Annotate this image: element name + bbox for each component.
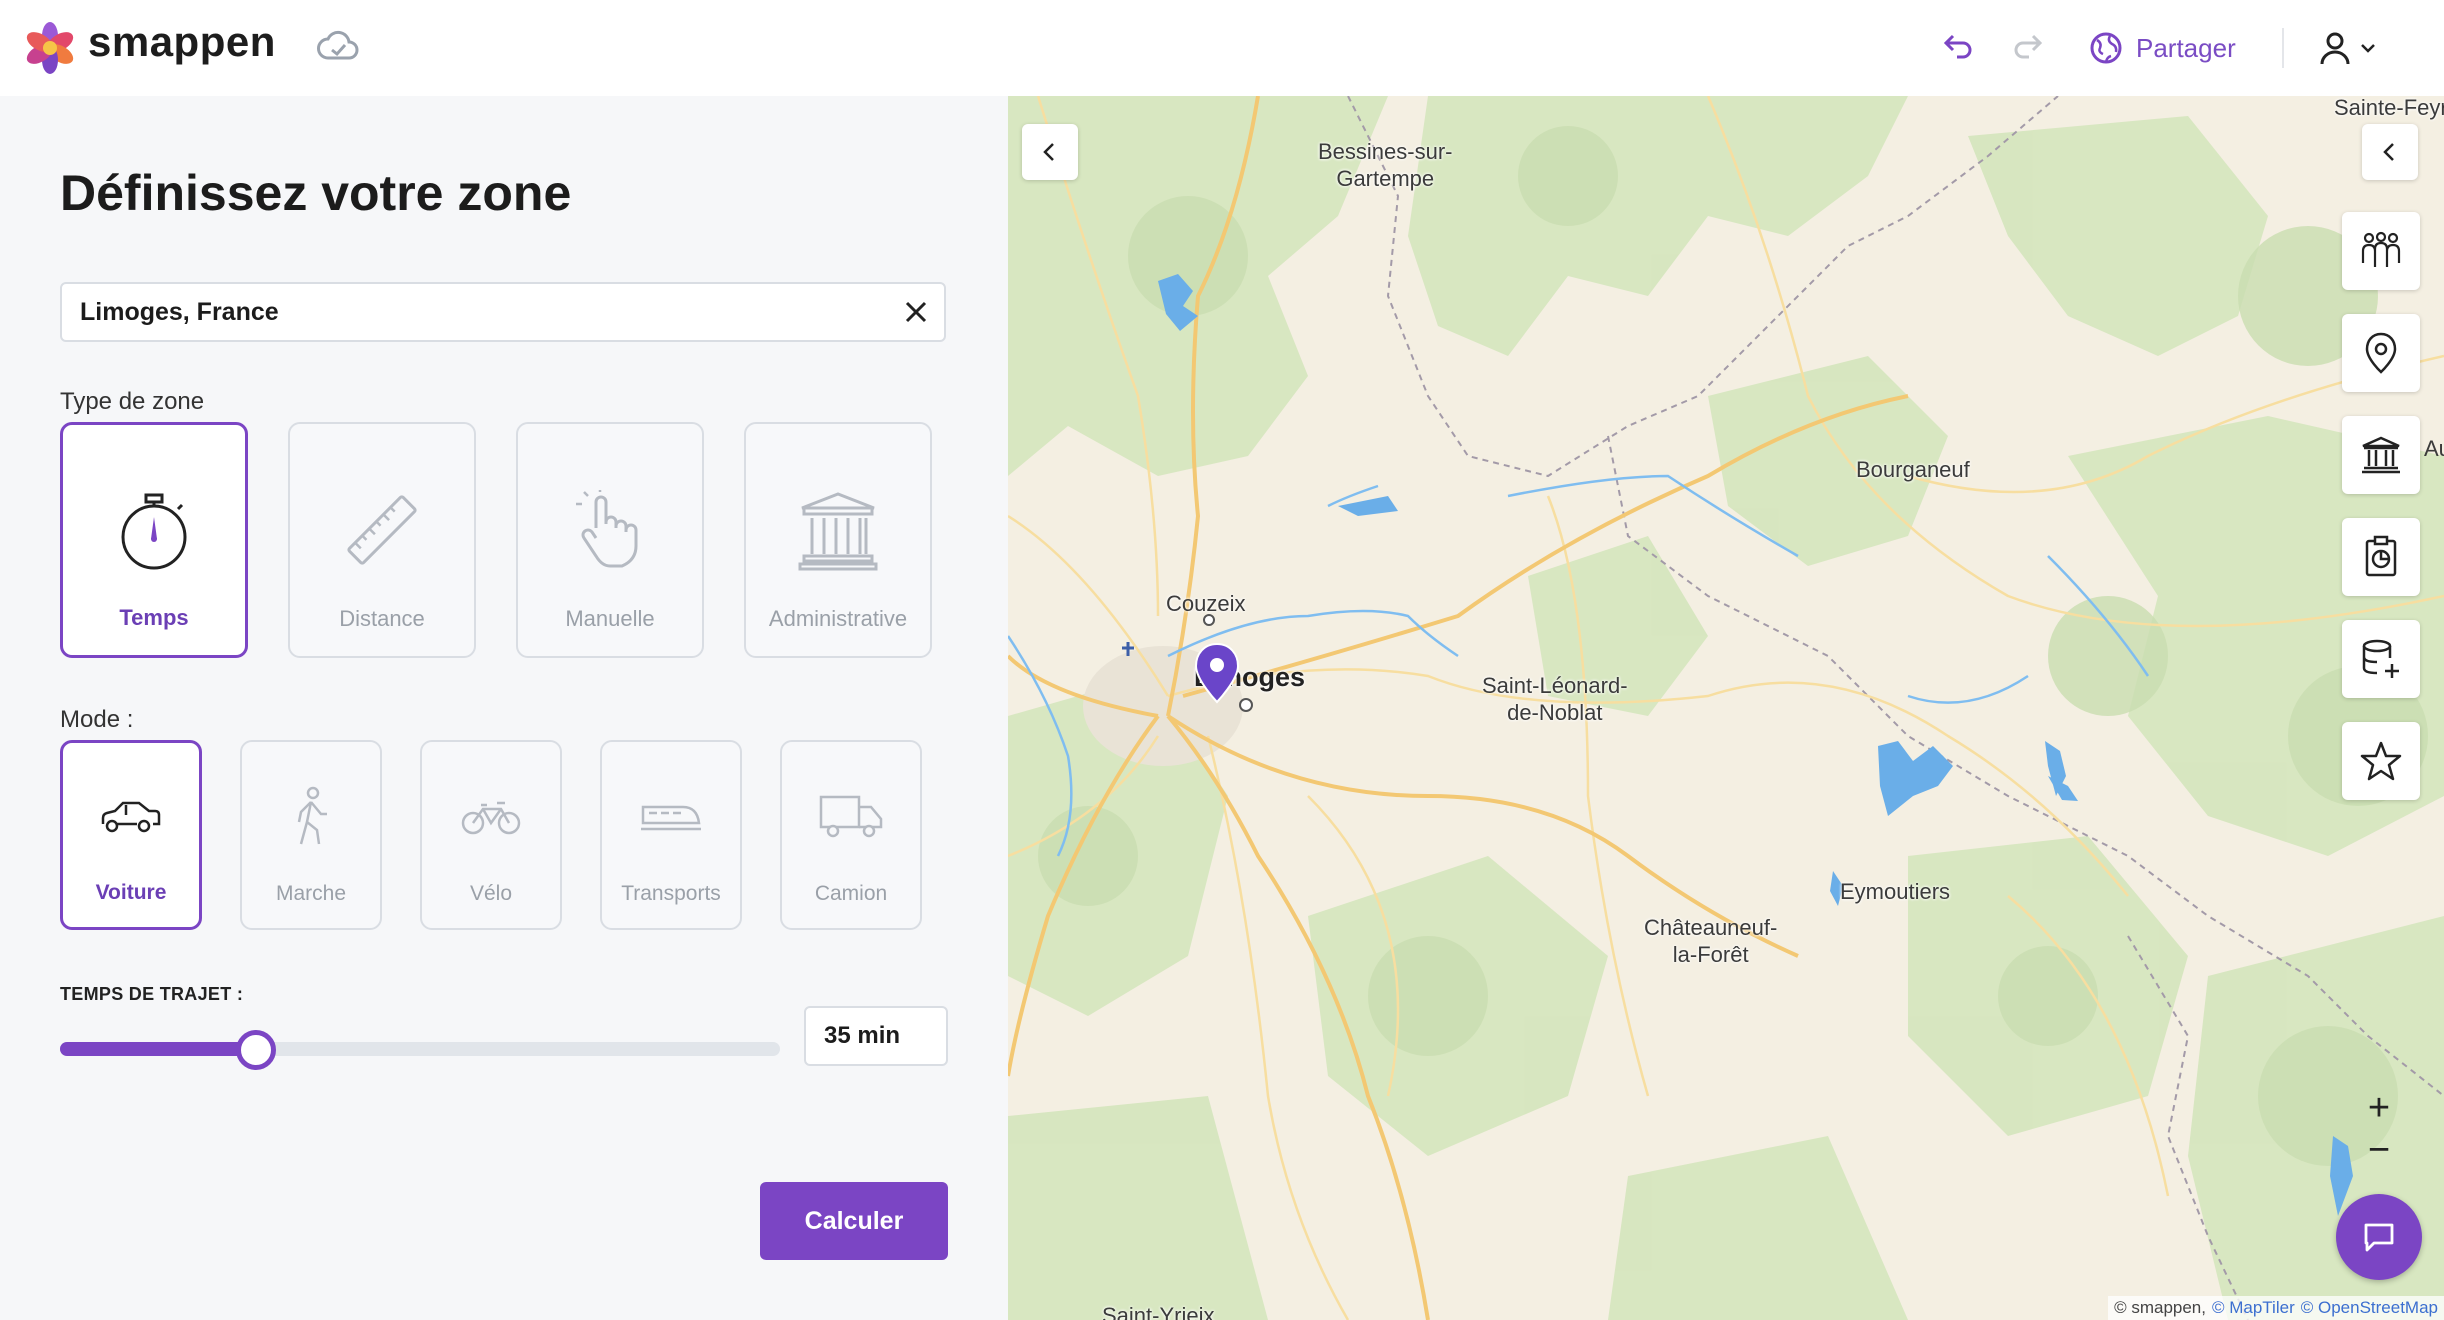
cloud-sync-icon [317, 30, 359, 60]
zone-type-distance[interactable]: Distance [288, 422, 476, 658]
map-attribution: © smappen, © MapTiler © OpenStreetMap [2108, 1296, 2444, 1320]
attribution-osm-link[interactable]: © OpenStreetMap [2301, 1298, 2438, 1318]
map-label-saint-yrieix: Saint-Yrieix [1102, 1303, 1215, 1320]
header-divider [2282, 28, 2284, 68]
tool-favorites-button[interactable] [2342, 722, 2420, 800]
mode-label-voiture: Voiture [95, 881, 167, 904]
mode-label-marche: Marche [275, 882, 347, 905]
location-search-input[interactable] [62, 284, 888, 340]
chat-bubble-icon [2364, 1223, 2394, 1252]
location-search-field[interactable] [60, 282, 946, 342]
clipboard-chart-icon [2365, 535, 2397, 577]
map-label-edge: Au [2424, 436, 2444, 461]
attribution-prefix: © smappen, [2114, 1298, 2206, 1317]
undo-icon [1943, 34, 1972, 59]
train-icon [641, 805, 701, 831]
share-label: Partager [2136, 32, 2236, 63]
map-label-eymoutiers: Eymoutiers [1840, 879, 1951, 904]
map-label-saint-leonard: Saint-Léonard- de-Noblat [1482, 673, 1628, 725]
hand-pointer-icon [576, 490, 638, 568]
travel-time-value[interactable]: 35 min [804, 1006, 948, 1066]
ruler-icon [347, 495, 417, 565]
calculate-button[interactable]: Calculer [760, 1182, 948, 1260]
bicycle-icon [461, 801, 521, 835]
chevron-left-icon [1043, 143, 1054, 161]
zoom-out-button[interactable]: − [2354, 1129, 2404, 1171]
slider-fill [60, 1042, 256, 1056]
map-label-bourganeuf: Bourganeuf [1856, 457, 1970, 482]
zone-type-label-temps: Temps [119, 605, 189, 630]
zone-type-temps[interactable]: Temps [60, 422, 248, 658]
clear-search-button[interactable] [888, 284, 944, 340]
redo-button[interactable] [2006, 24, 2052, 70]
close-icon [905, 301, 927, 323]
zone-definition-panel: Définissez votre zone Type de zone Temps [0, 96, 1008, 1320]
mode-camion[interactable]: Camion [780, 740, 922, 930]
map-label-sainte-feyre: Sainte-Feyre [2334, 96, 2444, 120]
travel-time-slider[interactable] [60, 1030, 780, 1070]
tool-report-button[interactable] [2342, 518, 2420, 596]
chat-support-button[interactable] [2336, 1194, 2422, 1280]
app-header: smappen Partager [0, 0, 2444, 96]
institution-icon [2362, 436, 2400, 474]
map-view[interactable]: Sainte-Feyre Bessines-sur- Gartempe Bour… [1008, 96, 2444, 1320]
zoom-in-button[interactable]: + [2354, 1087, 2404, 1129]
truck-icon [819, 795, 883, 838]
zone-type-administrative[interactable]: Administrative [744, 422, 932, 658]
tool-population-button[interactable] [2342, 212, 2420, 290]
page-title: Définissez votre zone [60, 165, 572, 221]
institution-icon [798, 492, 878, 571]
mode-voiture[interactable]: Voiture [60, 740, 202, 930]
mode-label-velo: Vélo [469, 882, 513, 905]
globe-icon [2090, 32, 2122, 64]
mode-transports[interactable]: Transports [600, 740, 742, 930]
map-label-bessines: Bessines-sur- Gartempe [1318, 139, 1453, 191]
map-label-couzeix: Couzeix [1166, 591, 1246, 616]
chevron-left-icon [2383, 143, 2394, 161]
expand-tools-button[interactable] [2362, 124, 2418, 180]
attribution-maptiler-link[interactable]: © MapTiler [2212, 1298, 2295, 1318]
mode-velo[interactable]: Vélo [420, 740, 562, 930]
tool-data-button[interactable] [2342, 620, 2420, 698]
travel-time-label: TEMPS DE TRAJET : [60, 984, 244, 1004]
star-icon [2360, 741, 2402, 781]
zone-type-label: Type de zone [60, 388, 205, 415]
mode-label-transports: Transports [621, 882, 721, 905]
flower-logo-icon[interactable] [24, 22, 76, 74]
zone-type-manuelle[interactable]: Manuelle [516, 422, 704, 658]
car-icon [101, 801, 161, 833]
location-marker-icon[interactable] [1194, 642, 1240, 704]
undo-button[interactable] [1934, 24, 1980, 70]
brand-name[interactable]: smappen [88, 18, 276, 66]
mode-label-camion: Camion [814, 882, 888, 905]
database-add-icon [2362, 639, 2399, 678]
map-background [1008, 96, 2444, 1320]
tool-location-button[interactable] [2342, 314, 2420, 392]
zone-type-label-distance: Distance [339, 606, 425, 631]
slider-thumb[interactable] [235, 1030, 276, 1070]
redo-icon [2014, 34, 2043, 59]
stopwatch-icon [121, 493, 187, 570]
tool-administrative-button[interactable] [2342, 416, 2420, 494]
user-icon [2320, 32, 2350, 65]
share-button[interactable]: Partager [2088, 26, 2236, 70]
walking-icon [297, 786, 327, 845]
chevron-down-icon [2361, 44, 2375, 53]
mode-marche[interactable]: Marche [240, 740, 382, 930]
zone-type-label-manuelle: Manuelle [565, 606, 655, 631]
location-pin-icon [2365, 332, 2397, 374]
collapse-panel-button[interactable] [1022, 124, 1078, 180]
zone-type-label-administrative: Administrative [768, 606, 908, 631]
user-menu[interactable] [2318, 28, 2378, 68]
map-label-chateauneuf: Châteauneuf- la-Forêt [1644, 915, 1778, 967]
mode-label: Mode : [60, 706, 134, 733]
population-icon [2361, 231, 2401, 267]
